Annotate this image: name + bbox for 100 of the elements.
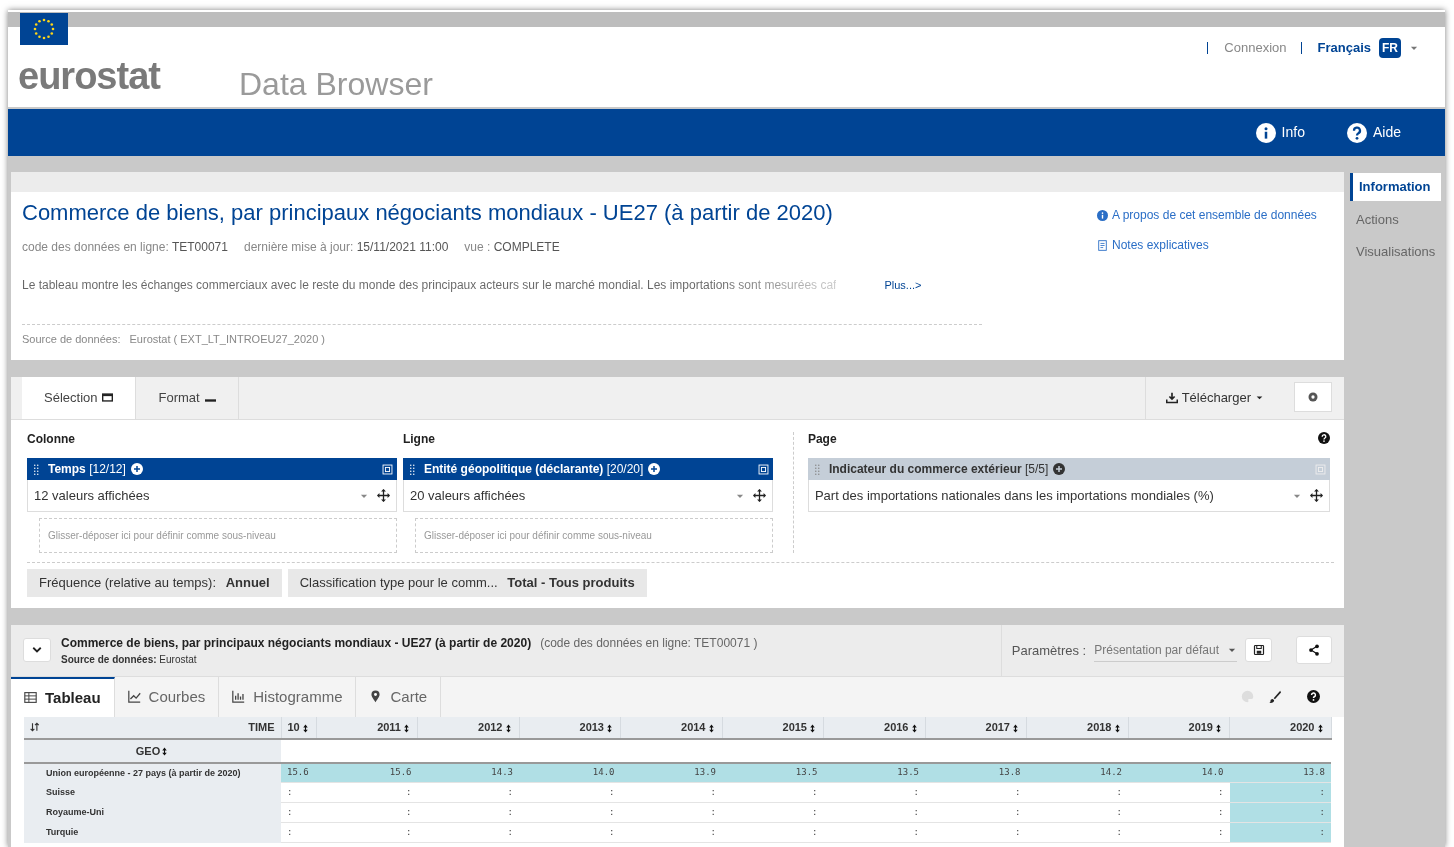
map-pin-icon	[369, 690, 383, 704]
side-nav-item[interactable]: Actions	[1350, 205, 1442, 233]
view-tab[interactable]: Histogramme	[219, 676, 357, 717]
move-icon	[752, 489, 766, 503]
sort-icon	[402, 723, 411, 733]
table-cell: :	[316, 782, 418, 803]
language-badge[interactable]: FR	[1379, 38, 1401, 58]
table-cell: :	[620, 822, 722, 843]
table-cell: :	[722, 822, 824, 843]
table-cell: 15.6	[316, 762, 418, 783]
help-button[interactable]: Aide	[1340, 121, 1407, 144]
save-button[interactable]	[1245, 638, 1272, 663]
line-chart-icon	[127, 690, 141, 704]
table-cell: :	[925, 822, 1027, 843]
expand-icon	[381, 463, 393, 475]
side-nav-item[interactable]: Information	[1350, 173, 1442, 201]
value-dropdown[interactable]: Part des importations nationales dans les importations mondiales (%)	[807, 480, 1330, 513]
dataset-title: Commerce de biens, par principaux négociants mondiaux - UE27 (à partir de 2020)	[22, 200, 834, 227]
add-icon	[648, 463, 661, 476]
view-title: Commerce de biens, par principaux négociants mondiaux - UE27 (à partir de 2020)	[61, 635, 532, 650]
help-icon[interactable]	[1307, 690, 1320, 704]
dimension-name: Indicateur du commerce extérieur [5/5]	[828, 461, 1049, 479]
move-icon	[1310, 489, 1323, 503]
more-link[interactable]: Plus...>	[884, 277, 922, 294]
filter-chip[interactable]: Fréquence (relative au temps): Annuel	[27, 569, 282, 597]
source-text: Source de données: Eurostat	[61, 652, 198, 667]
help-icon	[1346, 122, 1367, 143]
table-cell: :	[281, 802, 316, 823]
table-cell: :	[417, 822, 519, 843]
view-tab[interactable]: Carte	[356, 676, 442, 717]
parameters-label: Paramètres :	[1011, 641, 1087, 660]
bar-chart-icon	[232, 690, 246, 704]
column-header[interactable]: TIME	[24, 716, 281, 739]
side-nav-item[interactable]: Visualisations	[1350, 238, 1442, 266]
dimension-name: Temps [12/12]	[48, 461, 126, 479]
table-cell: :	[1128, 782, 1230, 803]
table-cell: :	[417, 782, 519, 803]
table-cell: :	[1128, 802, 1230, 823]
info-button[interactable]: Info	[1249, 121, 1311, 144]
sort-icon[interactable]	[30, 722, 40, 733]
value-dropdown[interactable]: 20 valeurs affichées	[402, 480, 773, 513]
app-title: Data Browser	[239, 65, 433, 104]
metadata-text: code des données en ligne: TET00071	[22, 239, 228, 257]
table-cell: :	[519, 782, 621, 803]
settings-icon	[1307, 390, 1319, 403]
info-icon	[1097, 209, 1108, 221]
table-cell: :	[1229, 802, 1331, 823]
filter-chip[interactable]: Classification type pour le comm... Total - Tous produits	[287, 569, 647, 597]
minus-icon	[204, 399, 216, 403]
login-link[interactable]: Connexion	[1224, 38, 1287, 58]
download-icon	[1165, 391, 1178, 404]
table-cell: 14.0	[519, 762, 621, 783]
tab[interactable]: Format	[136, 376, 239, 419]
add-button[interactable]	[1294, 381, 1332, 412]
save-icon	[1252, 644, 1265, 657]
dimension-header[interactable]: Temps [12/12]	[27, 458, 397, 481]
expand-icon	[1315, 463, 1326, 475]
sort-icon	[808, 723, 817, 733]
sort-icon	[1011, 723, 1020, 733]
notes-link[interactable]: Notes explicatives	[1097, 236, 1333, 254]
tab[interactable]: Sélection	[22, 376, 137, 419]
collapse-button[interactable]	[23, 638, 51, 663]
row-label: Suisse	[24, 782, 281, 803]
dimension-header[interactable]: Entité géopolitique (déclarante) [20/20]	[402, 458, 773, 481]
language-link[interactable]: Français	[1317, 38, 1371, 58]
document-icon	[1097, 239, 1108, 251]
table-cell: :	[1026, 822, 1128, 843]
table-cell: :	[722, 782, 824, 803]
table-cell: :	[925, 802, 1027, 823]
table-cell: :	[620, 782, 722, 803]
share-icon	[1308, 644, 1320, 657]
source-code-link[interactable]: EXT_LT_INTROEU27_2020	[180, 333, 319, 346]
flag-logo	[20, 13, 68, 45]
row-header[interactable]: GEO	[24, 738, 281, 763]
table-cell: :	[1128, 822, 1230, 843]
table-cell: :	[281, 822, 316, 843]
dimension-header[interactable]: Indicateur du commerce extérieur [5/5]	[807, 458, 1330, 481]
move-icon	[376, 489, 390, 503]
table-cell: :	[519, 822, 621, 843]
table-cell: :	[417, 802, 519, 823]
table-cell: 14.0	[1128, 762, 1230, 783]
view-tab[interactable]: Courbes	[114, 676, 220, 717]
table-cell: :	[1026, 802, 1128, 823]
value-dropdown[interactable]: 12 valeurs affichées	[27, 480, 397, 513]
dimension-name: Entité géopolitique (déclarante) [20/20]	[423, 461, 644, 479]
share-button[interactable]	[1296, 636, 1332, 665]
row-label: Turquie	[24, 822, 281, 843]
table-cell: :	[1026, 782, 1128, 803]
table-cell: 13.5	[722, 762, 824, 783]
about-link[interactable]: A propos de cet ensemble de données	[1097, 206, 1333, 224]
presentation-select[interactable]: Présentation par défaut	[1094, 638, 1237, 662]
expand-icon	[757, 463, 769, 475]
table-cell: :	[316, 802, 418, 823]
logo[interactable]: eurostat	[18, 48, 160, 105]
source-text: Eurostat ( EXT_LT_INTROEU27_2020 )	[129, 333, 325, 346]
row-label: Union européenne - 27 pays (à partir de 2020)	[24, 762, 281, 783]
view-tab[interactable]: Tableau	[11, 676, 115, 717]
brush-icon[interactable]	[1268, 690, 1281, 704]
table-cell: :	[823, 822, 925, 843]
table-cell: :	[1229, 782, 1331, 803]
